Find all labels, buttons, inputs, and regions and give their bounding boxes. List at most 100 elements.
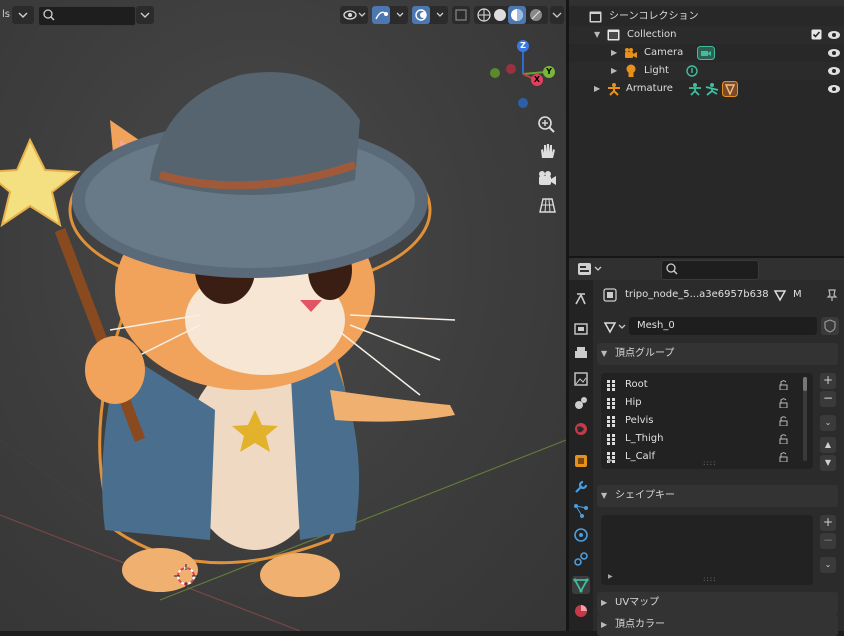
mode-label: ls <box>2 9 10 20</box>
visibility-toggle-button[interactable] <box>340 6 368 24</box>
expand-down-icon[interactable]: ▼ <box>594 26 600 44</box>
tab-render[interactable] <box>572 320 590 338</box>
3d-cursor-icon[interactable] <box>174 564 198 588</box>
particles-icon <box>574 504 588 518</box>
panel-header-vertex-colors[interactable]: ▶ 頂点カラー <box>597 614 838 636</box>
camera-view-icon[interactable] <box>536 168 558 190</box>
add-vertex-group-button[interactable]: + <box>820 373 836 389</box>
eye-icon[interactable] <box>827 65 841 77</box>
camera-object-icon <box>625 48 637 58</box>
camera-data-icon[interactable] <box>697 46 715 60</box>
xray-toggle-button[interactable] <box>452 6 470 24</box>
unlocked-icon[interactable] <box>779 434 788 444</box>
panel-header-vertex-groups[interactable]: ▼ 頂点グループ <box>597 343 838 365</box>
tab-mesh-data[interactable] <box>572 576 590 594</box>
list-item[interactable]: L_Thigh <box>601 430 801 448</box>
list-resize-handle[interactable]: :::: <box>703 575 716 583</box>
shape-key-specials-button[interactable]: ⌄ <box>820 557 836 573</box>
viewport-search-input[interactable] <box>38 6 136 26</box>
panel-header-shape-keys[interactable]: ▼ シェイプキー <box>597 485 838 507</box>
tab-output[interactable] <box>572 344 590 362</box>
pose-icon[interactable] <box>704 82 720 96</box>
filter-dropdown-button[interactable] <box>136 6 154 24</box>
list-expand-icon[interactable]: ▶ <box>608 573 613 580</box>
3d-viewport[interactable]: ls Z Y X <box>0 0 566 631</box>
list-item[interactable]: L_Calf <box>601 448 801 466</box>
list-resize-handle[interactable]: :::: <box>703 459 716 467</box>
panel-header-uv-maps[interactable]: ▶ UVマップ <box>597 592 838 614</box>
collection-icon <box>607 29 620 41</box>
tab-particles[interactable] <box>572 502 590 520</box>
list-item[interactable]: Root <box>601 376 801 394</box>
gizmo-z-axis[interactable]: Z <box>517 40 529 52</box>
pin-icon[interactable] <box>825 288 839 302</box>
add-shape-key-button[interactable]: + <box>820 515 836 531</box>
pan-hand-icon[interactable] <box>536 140 558 162</box>
armature-object-icon <box>608 83 620 96</box>
eye-icon[interactable] <box>827 29 841 41</box>
light-data-icon[interactable] <box>685 64 699 78</box>
remove-shape-key-button[interactable]: − <box>820 533 836 549</box>
properties-search-input[interactable] <box>661 260 759 280</box>
tab-view-layer[interactable] <box>572 370 590 388</box>
remove-vertex-group-button[interactable]: − <box>820 391 836 407</box>
overlay-toggle-button[interactable] <box>412 6 448 24</box>
checkbox-checked-icon[interactable] <box>811 29 822 40</box>
mesh-browse-icon[interactable] <box>603 320 629 334</box>
tab-material[interactable] <box>572 602 590 620</box>
unlocked-icon[interactable] <box>779 416 788 426</box>
zoom-icon[interactable] <box>536 114 558 136</box>
outliner-row-camera[interactable]: ▶ Camera <box>569 44 844 62</box>
expand-right-icon[interactable]: ▶ <box>611 44 617 62</box>
outliner: シーンコレクション ▼ Collection ▶ Camera ▶ Light … <box>569 0 844 256</box>
mesh-name-input[interactable]: Mesh_0 <box>629 317 817 335</box>
outliner-row-armature[interactable]: ▶ Armature <box>569 80 844 98</box>
tab-scene[interactable] <box>572 394 590 412</box>
move-down-button[interactable]: ▼ <box>820 455 836 471</box>
ortho-grid-icon[interactable] <box>536 194 558 216</box>
move-up-button[interactable]: ▲ <box>820 437 836 453</box>
gizmo-toggle-button[interactable] <box>372 6 408 24</box>
unlocked-icon[interactable] <box>779 398 788 408</box>
list-scrollbar[interactable] <box>803 377 807 461</box>
tab-physics[interactable] <box>572 526 590 544</box>
gizmo-x-axis[interactable]: X <box>531 74 543 86</box>
armature-data-icon[interactable] <box>687 82 703 96</box>
scrollbar-thumb[interactable] <box>803 377 807 391</box>
tab-tool[interactable] <box>572 290 590 308</box>
tab-object[interactable] <box>572 452 590 470</box>
gizmo-neg-z-axis[interactable] <box>518 98 528 108</box>
tab-modifiers[interactable] <box>572 478 590 496</box>
list-item[interactable]: Pelvis <box>601 412 801 430</box>
vertex-group-specials-button[interactable]: ⌄ <box>820 415 836 431</box>
outliner-row-collection[interactable]: ▼ Collection <box>569 26 844 44</box>
chevron-down-icon <box>140 12 150 18</box>
properties-editor: tripo_node_5...a3e6957b638 M Mesh_0 ▼ 頂点… <box>569 258 844 636</box>
editor-type-icon[interactable] <box>577 261 605 277</box>
search-icon <box>43 9 55 21</box>
fake-user-shield-icon[interactable] <box>821 317 839 335</box>
tab-world[interactable] <box>572 420 590 438</box>
material-icon <box>575 605 587 617</box>
unlocked-icon[interactable] <box>779 380 788 390</box>
tab-constraints[interactable] <box>572 550 590 568</box>
eye-icon[interactable] <box>827 47 841 59</box>
mesh-data-icon <box>773 290 787 302</box>
list-expand-icon[interactable]: ▶ <box>608 457 613 464</box>
outliner-row-light[interactable]: ▶ Light <box>569 62 844 80</box>
collapse-menu-button[interactable] <box>12 6 34 24</box>
unlocked-icon[interactable] <box>779 452 788 462</box>
mesh-child-icon[interactable] <box>722 81 738 97</box>
transform-gizmo-icon <box>375 11 404 20</box>
list-item[interactable]: Hip <box>601 394 801 412</box>
wizard-cat-model[interactable] <box>0 60 470 620</box>
gizmo-neg-y-axis[interactable] <box>490 68 500 78</box>
scene-collection-row[interactable]: シーンコレクション <box>569 8 844 26</box>
expand-right-icon[interactable]: ▶ <box>594 80 600 98</box>
shading-options-button[interactable] <box>550 6 564 24</box>
navigation-gizmo[interactable]: Z Y X <box>486 36 556 108</box>
eye-icon[interactable] <box>827 83 841 95</box>
gizmo-y-axis[interactable]: Y <box>543 66 555 78</box>
expand-right-icon[interactable]: ▶ <box>611 62 617 80</box>
gizmo-neg-x-axis[interactable] <box>506 64 516 74</box>
